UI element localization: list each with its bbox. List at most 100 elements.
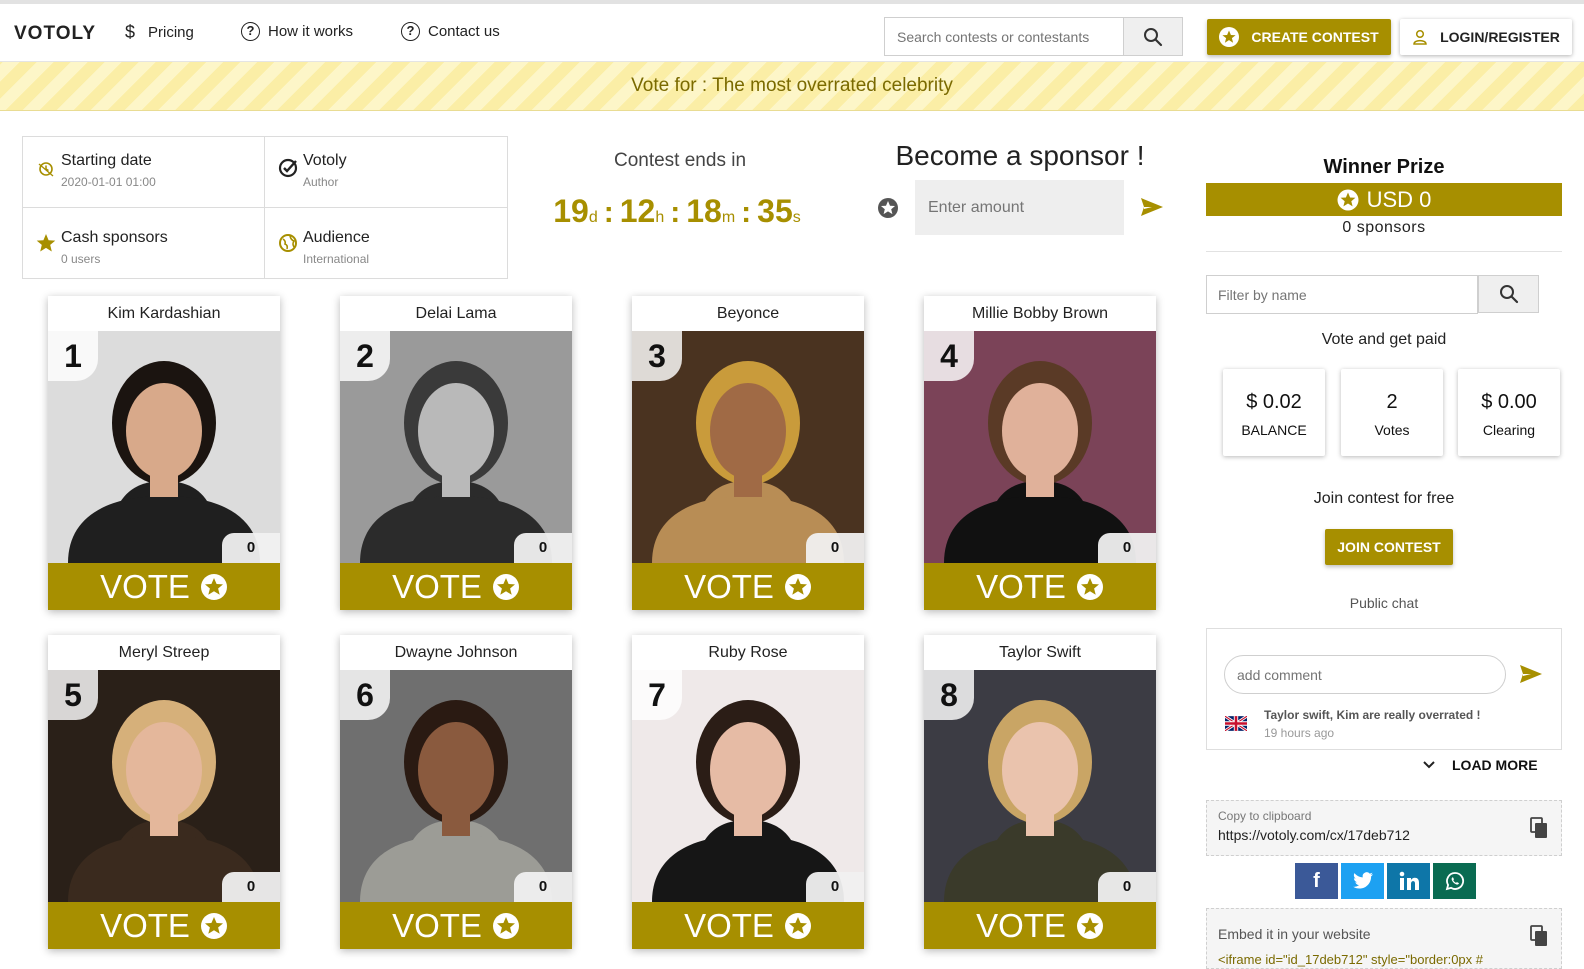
contestant-card: Dwayne Johnson 6 0 VOTE [340, 635, 572, 949]
contest-title: Vote for : The most overrated celebrity [631, 75, 953, 96]
filter-search-button[interactable] [1478, 275, 1539, 313]
star-circle-icon [784, 912, 811, 939]
chat-message-text: Taylor swift, Kim are really overrated ! [1264, 708, 1481, 722]
vote-button[interactable]: VOTE [632, 563, 864, 610]
vote-count: 0 [1098, 872, 1156, 902]
author-name: Votoly [303, 152, 347, 169]
prize-amount: USD 0 [1366, 186, 1432, 212]
vote-and-get-paid-title: Vote and get paid [1321, 331, 1447, 348]
user-icon [1413, 29, 1427, 45]
countdown-seconds-unit: s [792, 209, 801, 226]
send-icon[interactable] [1140, 196, 1164, 218]
contestant-rank: 4 [924, 331, 974, 381]
chevron-down-icon [1423, 761, 1435, 769]
twitter-share-button[interactable] [1341, 863, 1384, 899]
copy-to-clipboard-label: Copy to clipboard [1218, 809, 1312, 823]
votoly-logo[interactable]: VOTOLY [14, 23, 96, 45]
contestant-card: Kim Kardashian 1 0 VOTE [48, 296, 280, 610]
vote-button[interactable]: VOTE [48, 563, 280, 610]
whatsapp-icon [1445, 872, 1464, 891]
search-icon [1144, 27, 1163, 46]
nav-contact[interactable]: ? Contact us [401, 22, 500, 41]
prize-sponsors-count: 0 sponsors [1342, 219, 1426, 236]
alarm-clock-icon [38, 162, 54, 177]
audience-label: Audience [303, 228, 370, 246]
divider [1206, 251, 1562, 252]
contestant-photo[interactable]: 20 [340, 331, 572, 563]
vote-count: 0 [222, 533, 280, 563]
copy-link-box[interactable]: Copy to clipboard https://votoly.com/cx/… [1206, 800, 1562, 856]
star-circle-icon [1219, 27, 1240, 47]
load-more-button[interactable]: LOAD MORE [1422, 757, 1538, 773]
filter-by-name-input[interactable] [1206, 275, 1478, 314]
help-circle-icon: ? [241, 22, 260, 41]
contestant-photo[interactable]: 80 [924, 670, 1156, 902]
contestant-photo[interactable]: 40 [924, 331, 1156, 563]
twitter-icon [1352, 872, 1373, 889]
contestant-photo[interactable]: 70 [632, 670, 864, 902]
star-circle-icon [784, 573, 811, 600]
contestant-card: Delai Lama 2 0 VOTE [340, 296, 572, 610]
countdown-minutes-unit: m [721, 209, 736, 226]
prize-amount-bar: USD 0 [1206, 183, 1562, 216]
info-audience: Audience International [265, 208, 507, 279]
nav-how-it-works[interactable]: ? How it works [241, 22, 353, 41]
sponsor-amount-input[interactable] [915, 180, 1124, 235]
vote-label: VOTE [392, 567, 482, 605]
search-input[interactable] [884, 17, 1124, 56]
linkedin-share-button[interactable] [1387, 863, 1430, 899]
vote-button[interactable]: VOTE [48, 902, 280, 949]
vote-button[interactable]: VOTE [340, 902, 572, 949]
star-circle-icon [1076, 912, 1103, 939]
nav-pricing[interactable]: $ Pricing [120, 22, 194, 42]
contestant-rank: 7 [632, 670, 682, 720]
contestant-photo[interactable]: 60 [340, 670, 572, 902]
contestant-photo[interactable]: 10 [48, 331, 280, 563]
uk-flag-icon [1225, 716, 1247, 731]
contestant-name: Taylor Swift [999, 644, 1081, 661]
facebook-share-button[interactable]: f [1295, 863, 1338, 899]
contestant-photo[interactable]: 50 [48, 670, 280, 902]
create-contest-button[interactable]: CREATE CONTEST [1207, 19, 1391, 55]
countdown-seconds: 35 [757, 193, 793, 229]
starting-date-label: Starting date [61, 152, 152, 169]
star-circle-icon [878, 198, 898, 218]
embed-code-box[interactable]: Embed it in your website <iframe id="id_… [1206, 908, 1562, 969]
vote-button[interactable]: VOTE [632, 902, 864, 949]
contest-info-grid: Starting date 2020-01-01 01:00 Votoly Au… [22, 136, 508, 279]
winner-prize-title: Winner Prize [1323, 156, 1445, 178]
login-register-button[interactable]: LOGIN/REGISTER [1400, 19, 1572, 55]
contest-url: https://votoly.com/cx/17deb712 [1218, 827, 1410, 843]
help-circle-icon: ? [401, 22, 420, 41]
join-contest-button[interactable]: JOIN CONTEST [1325, 529, 1453, 565]
public-chat-box: Taylor swift, Kim are really overrated !… [1206, 628, 1562, 750]
search-button[interactable] [1123, 17, 1183, 56]
contestant-rank: 2 [340, 331, 390, 381]
contestant-rank: 5 [48, 670, 98, 720]
contestant-card: Ruby Rose 7 0 VOTE [632, 635, 864, 949]
login-label: LOGIN/REGISTER [1440, 29, 1560, 45]
logo-text: VOTOLY [14, 23, 97, 44]
vote-button[interactable]: VOTE [924, 902, 1156, 949]
public-chat-title: Public chat [1349, 595, 1419, 611]
nav-pricing-label: Pricing [148, 23, 194, 41]
vote-label: VOTE [976, 906, 1066, 944]
whatsapp-share-button[interactable] [1433, 863, 1476, 899]
vote-label: VOTE [684, 906, 774, 944]
vote-button[interactable]: VOTE [340, 563, 572, 610]
copy-icon[interactable] [1530, 817, 1548, 839]
contestant-photo[interactable]: 30 [632, 331, 864, 563]
copy-icon[interactable] [1530, 925, 1548, 947]
top-navbar: VOTOLY $ Pricing ? How it works ? Contac… [0, 0, 1584, 62]
contestant-name: Kim Kardashian [107, 305, 221, 322]
vote-count: 0 [1098, 533, 1156, 563]
clearing-label: Clearing [1482, 422, 1536, 438]
comment-input[interactable] [1224, 655, 1506, 694]
create-contest-label: CREATE CONTEST [1251, 29, 1379, 45]
vote-button[interactable]: VOTE [924, 563, 1156, 610]
send-icon[interactable] [1519, 663, 1543, 685]
contestant-name: Millie Bobby Brown [971, 305, 1109, 322]
star-circle-icon [1076, 573, 1103, 600]
contestant-card: Meryl Streep 5 0 VOTE [48, 635, 280, 949]
vote-count: 0 [806, 872, 864, 902]
